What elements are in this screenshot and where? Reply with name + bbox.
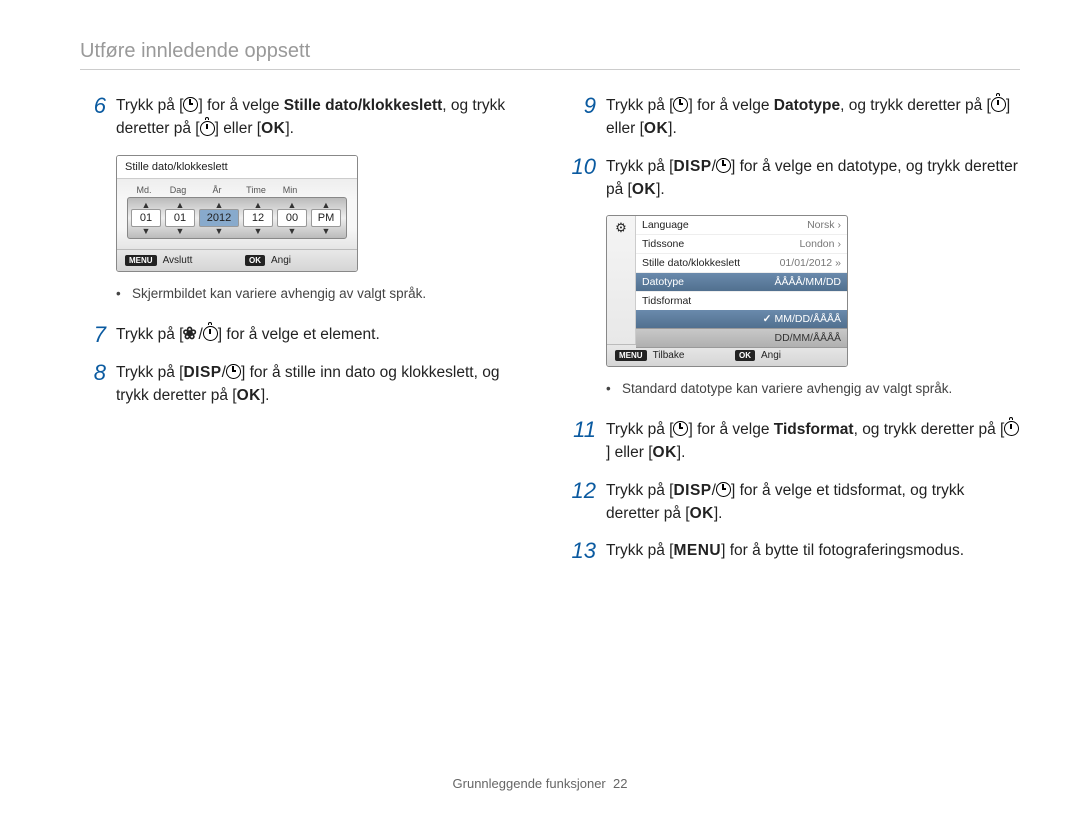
page-title: Utføre innledende oppsett [80, 40, 1020, 63]
step-text: Trykk på [] for å velge Tidsformat, og t… [606, 418, 1020, 465]
list-item-selected[interactable]: DatotypeÅÅÅÅ/MM/DD [636, 273, 847, 292]
column-headers: Md. Dag År Time Min [127, 185, 347, 195]
list-item[interactable]: LanguageNorsk› [636, 216, 847, 235]
list-item[interactable]: Stille dato/klokkeslett01/01/2012» [636, 254, 847, 273]
settings-menu-screen: ⚙ LanguageNorsk› TidssoneLondon› Stille … [606, 215, 848, 367]
settings-tab-icon: ⚙ [607, 216, 636, 344]
step-number: 13 [570, 539, 596, 563]
timer-icon [183, 97, 198, 113]
set-hint: OKAngi [237, 250, 357, 271]
step-number: 12 [570, 479, 596, 526]
step-text: Trykk på [/] for å velge et element. [116, 323, 530, 347]
step-13: 13 Trykk på [MENU] for å bytte til fotog… [570, 539, 1020, 563]
settings-list: LanguageNorsk› TidssoneLondon› Stille da… [636, 216, 847, 344]
selftimer-icon [203, 325, 218, 341]
step-text: Trykk på [] for å velge Datotype, og try… [606, 94, 1020, 141]
timer-icon [716, 481, 731, 497]
note: • Standard datotype kan variere avhengig… [606, 381, 1020, 396]
step-11: 11 Trykk på [] for å velge Tidsformat, o… [570, 418, 1020, 465]
year-spinner[interactable]: ▲2012▼ [199, 201, 239, 235]
step-number: 9 [570, 94, 596, 141]
selftimer-icon [1004, 421, 1019, 437]
datetime-spinners[interactable]: ▲01▼ ▲01▼ ▲2012▼ ▲12▼ ▲00▼ ▲PM▼ [127, 197, 347, 239]
step-12: 12 Trykk på [DISP/] for å velge et tidsf… [570, 479, 1020, 526]
page-footer: Grunnleggende funksjoner 22 [0, 776, 1080, 791]
list-item[interactable]: TidssoneLondon› [636, 235, 847, 254]
selftimer-icon [991, 97, 1006, 113]
divider [80, 69, 1020, 70]
step-number: 8 [80, 361, 106, 408]
timer-icon [673, 97, 688, 113]
ampm-spinner[interactable]: ▲PM▼ [311, 201, 341, 235]
screen-title: Stille dato/klokkeslett [117, 156, 357, 179]
gear-icon: ⚙ [615, 220, 627, 235]
step-text: Trykk på [DISP/] for å stille inn dato o… [116, 361, 530, 408]
step-9: 9 Trykk på [] for å velge Datotype, og t… [570, 94, 1020, 141]
step-text: Trykk på [DISP/] for å velge et tidsform… [606, 479, 1020, 526]
list-item[interactable]: Tidsformat [636, 292, 847, 310]
step-text: Trykk på [] for å velge Stille dato/klok… [116, 94, 530, 141]
option-selected[interactable]: ✓MM/DD/ÅÅÅÅ [636, 310, 847, 329]
timer-icon [716, 157, 731, 173]
datetime-screen: Stille dato/klokkeslett Md. Dag År Time … [116, 155, 358, 272]
exit-hint: MENUAvslutt [117, 250, 237, 271]
step-text: Trykk på [MENU] for å bytte til fotograf… [606, 539, 1020, 563]
set-hint: OKAngi [727, 345, 847, 366]
step-number: 10 [570, 155, 596, 202]
step-text: Trykk på [DISP/] for å velge en datotype… [606, 155, 1020, 202]
timer-icon [226, 364, 241, 380]
step-7: 7 Trykk på [/] for å velge et element. [80, 323, 530, 347]
selftimer-icon [200, 120, 215, 136]
step-number: 6 [80, 94, 106, 141]
macro-icon [183, 325, 198, 341]
note: • Skjermbildet kan variere avhengig av v… [116, 286, 530, 301]
step-number: 11 [570, 418, 596, 465]
step-8: 8 Trykk på [DISP/] for å stille inn dato… [80, 361, 530, 408]
day-spinner[interactable]: ▲01▼ [165, 201, 195, 235]
hour-spinner[interactable]: ▲12▼ [243, 201, 273, 235]
back-hint: MENUTilbake [607, 345, 727, 366]
minute-spinner[interactable]: ▲00▼ [277, 201, 307, 235]
step-6: 6 Trykk på [] for å velge Stille dato/kl… [80, 94, 530, 141]
month-spinner[interactable]: ▲01▼ [131, 201, 161, 235]
timer-icon [673, 421, 688, 437]
step-10: 10 Trykk på [DISP/] for å velge en datot… [570, 155, 1020, 202]
step-number: 7 [80, 323, 106, 347]
